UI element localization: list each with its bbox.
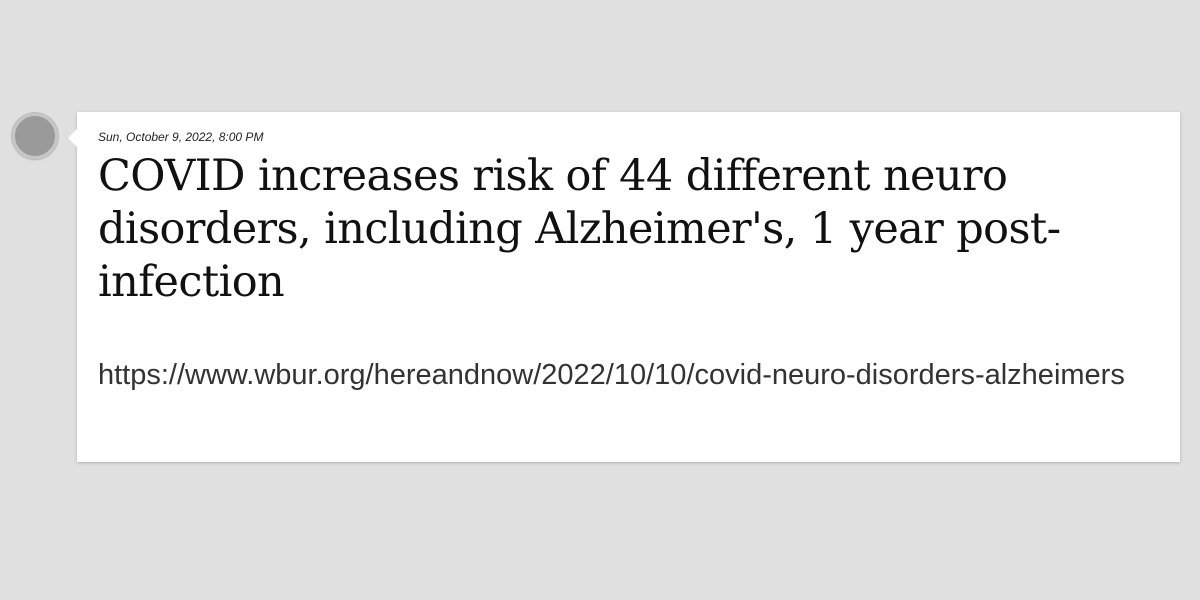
post-card: Sun, October 9, 2022, 8:00 PM COVID incr…	[68, 112, 1180, 462]
post-headline: COVID increases risk of 44 different neu…	[98, 151, 1061, 307]
avatar[interactable]	[12, 113, 58, 159]
post-timestamp: Sun, October 9, 2022, 8:00 PM	[98, 130, 264, 144]
post-link[interactable]: https://www.wbur.org/hereandnow/2022/10/…	[98, 357, 1150, 393]
card-pointer	[68, 128, 78, 148]
